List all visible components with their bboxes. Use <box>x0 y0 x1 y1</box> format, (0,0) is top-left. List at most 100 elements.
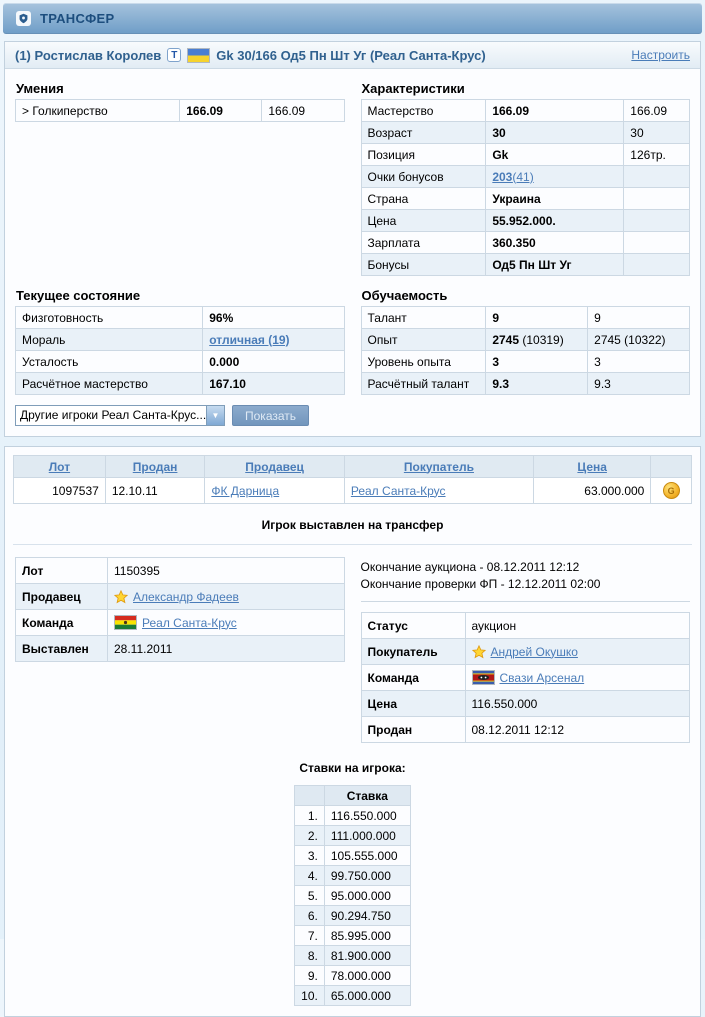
player-panel: (1) Ростислав Королев T Gk 30/166 Од5 Пн… <box>4 41 701 437</box>
lot-details-section: Лот 1150395 Продавец Александр Фадеев Ко… <box>15 557 345 743</box>
sort-price-link[interactable]: Цена <box>577 460 607 474</box>
table-row: Продавец Александр Фадеев <box>16 584 345 610</box>
sort-sold-link[interactable]: Продан <box>133 460 178 474</box>
check-end-line: Окончание проверки ФП - 12.12.2011 02:00 <box>361 576 691 593</box>
player-summary: Gk 30/166 Од5 Пн Шт Уг (Реал Санта-Крус) <box>216 48 485 63</box>
bonus-points-link[interactable]: 203(41) <box>492 170 533 184</box>
morale-link[interactable]: отличная (19) <box>209 333 289 347</box>
table-row: Уровень опыта 3 3 <box>361 351 690 373</box>
other-players-select[interactable]: Другие игроки Реал Санта-Крус... ▼ <box>15 405 225 426</box>
gold-coin-icon: G <box>663 482 680 499</box>
skills-characteristics-row: Умения > Голкиперство 166.09 166.09 Хара… <box>5 69 700 276</box>
table-row: Физготовность 96% <box>16 307 345 329</box>
transfer-shield-icon <box>16 11 31 26</box>
chevron-down-icon: ▼ <box>206 406 224 425</box>
star-icon <box>114 590 128 604</box>
lot-table: Лот 1150395 Продавец Александр Фадеев Ко… <box>15 557 345 662</box>
table-row: Опыт 2745 (10319) 2745 (10322) <box>361 329 690 351</box>
player-name: (1) Ростислав Королев <box>15 48 161 63</box>
table-row: Очки бонусов 203(41) <box>361 166 690 188</box>
transfer-details: Лот 1150395 Продавец Александр Фадеев Ко… <box>5 545 700 743</box>
history-price: 63.000.000 <box>533 478 650 504</box>
divider <box>361 601 691 602</box>
current-state-title: Текущее состояние <box>16 288 345 303</box>
auction-end-line: Окончание аукциона - 08.12.2011 12:12 <box>361 559 691 576</box>
table-row: Мастерство 166.09 166.09 <box>361 100 690 122</box>
bids-heading: Ставки на игрока: <box>5 761 700 775</box>
history-table: Лот Продан Продавец Покупатель Цена 1097… <box>13 455 692 504</box>
characteristics-section: Характеристики Мастерство 166.09 166.09 … <box>361 75 691 276</box>
table-row: Цена 55.952.000. <box>361 210 690 232</box>
auction-info: Окончание аукциона - 08.12.2011 12:12 Ок… <box>361 557 691 593</box>
history-seller-link[interactable]: ФК Дарница <box>211 484 279 498</box>
table-row: Страна Украина <box>361 188 690 210</box>
table-row: Возраст 30 30 <box>361 122 690 144</box>
bid-row: 3.105.555.000 <box>295 846 411 866</box>
skills-table: > Голкиперство 166.09 166.09 <box>15 99 345 122</box>
bolivia-flag-icon <box>114 615 137 630</box>
history-header-row: Лот Продан Продавец Покупатель Цена <box>14 456 692 478</box>
buyer-team-link[interactable]: Свази Арсенал <box>500 671 585 685</box>
star-icon <box>472 645 486 659</box>
table-row: Команда Свази Арсенал <box>361 665 690 691</box>
table-row: Команда Реал Санта-Крус <box>16 610 345 636</box>
table-row: Позиция Gk 126тр. <box>361 144 690 166</box>
show-button[interactable]: Показать <box>232 405 309 426</box>
sort-buyer-link[interactable]: Покупатель <box>404 460 474 474</box>
transfer-history: Лот Продан Продавец Покупатель Цена 1097… <box>5 447 700 504</box>
state-trainability-row: Текущее состояние Физготовность 96% Мора… <box>5 276 700 395</box>
table-row: > Голкиперство 166.09 166.09 <box>16 100 345 122</box>
bid-row: 4.99.750.000 <box>295 866 411 886</box>
characteristics-table: Мастерство 166.09 166.09 Возраст 30 30 П… <box>361 99 691 276</box>
table-row: Мораль отличная (19) <box>16 329 345 351</box>
bid-row: 8.81.900.000 <box>295 946 411 966</box>
select-value: Другие игроки Реал Санта-Крус... <box>16 406 206 425</box>
buyer-link[interactable]: Андрей Окушко <box>491 645 578 659</box>
current-state-section: Текущее состояние Физготовность 96% Мора… <box>15 282 345 395</box>
table-row: Талант 9 9 <box>361 307 690 329</box>
history-row: 1097537 12.10.11 ФК Дарница Реал Санта-К… <box>14 478 692 504</box>
bids-column-header: Ставка <box>324 786 410 806</box>
trainability-title: Обучаемость <box>362 288 691 303</box>
page-title: ТРАНСФЕР <box>40 11 114 26</box>
table-row: Статус аукцион <box>361 613 690 639</box>
transfer-heading: Игрок выставлен на трансфер <box>5 518 700 532</box>
sort-seller-link[interactable]: Продавец <box>245 460 304 474</box>
app-header-bar: ТРАНСФЕР <box>3 3 702 34</box>
bid-row: 1.116.550.000 <box>295 806 411 826</box>
ukraine-flag-icon <box>187 48 210 63</box>
trainability-section: Обучаемость Талант 9 9 Опыт 2745 (10319)… <box>361 282 691 395</box>
table-row: Бонусы Од5 Пн Шт Уг <box>361 254 690 276</box>
sort-lot-link[interactable]: Лот <box>49 460 70 474</box>
configure-link[interactable]: Настроить <box>631 48 690 62</box>
history-buyer-link[interactable]: Реал Санта-Крус <box>351 484 446 498</box>
characteristics-title: Характеристики <box>362 81 691 96</box>
current-state-table: Физготовность 96% Мораль отличная (19) У… <box>15 306 345 395</box>
table-row: Расчётное мастерство 167.10 <box>16 373 345 395</box>
transfer-badge-icon: T <box>167 48 181 62</box>
table-row: Покупатель Андрей Окушко <box>361 639 690 665</box>
table-row: Выставлен 28.11.2011 <box>16 636 345 662</box>
history-sold-date: 12.10.11 <box>105 478 205 504</box>
bid-row: 6.90.294.750 <box>295 906 411 926</box>
seller-link[interactable]: Александр Фадеев <box>133 590 239 604</box>
bid-row: 5.95.000.000 <box>295 886 411 906</box>
bid-row: 2.111.000.000 <box>295 826 411 846</box>
swaziland-flag-icon <box>472 670 495 685</box>
history-lot: 1097537 <box>14 478 106 504</box>
table-row: Цена 116.550.000 <box>361 691 690 717</box>
seller-team-link[interactable]: Реал Санта-Крус <box>142 616 237 630</box>
table-row: Лот 1150395 <box>16 558 345 584</box>
auction-section: Окончание аукциона - 08.12.2011 12:12 Ок… <box>361 557 691 743</box>
table-row: Зарплата 360.350 <box>361 232 690 254</box>
transfer-panel: Лот Продан Продавец Покупатель Цена 1097… <box>4 446 701 1017</box>
bids-table: Ставка 1.116.550.000 2.111.000.000 3.105… <box>294 785 411 1006</box>
trainability-table: Талант 9 9 Опыт 2745 (10319) 2745 (10322… <box>361 306 691 395</box>
bid-row: 10.65.000.000 <box>295 986 411 1006</box>
table-row: Усталость 0.000 <box>16 351 345 373</box>
table-row: Расчётный талант 9.3 9.3 <box>361 373 690 395</box>
bid-row: 9.78.000.000 <box>295 966 411 986</box>
skills-section: Умения > Голкиперство 166.09 166.09 <box>15 75 345 276</box>
other-players-row: Другие игроки Реал Санта-Крус... ▼ Показ… <box>5 395 700 436</box>
bids-header-row: Ставка <box>295 786 411 806</box>
